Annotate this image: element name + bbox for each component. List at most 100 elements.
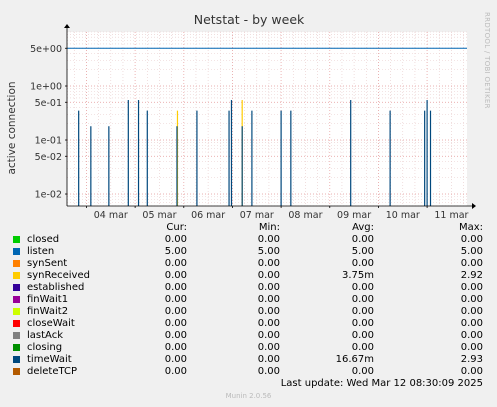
legend-series-name: timeWait bbox=[27, 354, 72, 365]
x-tick-label: 08 mar bbox=[288, 210, 322, 221]
legend-value-min: 5.00 bbox=[257, 246, 280, 257]
legend-value-min: 0.00 bbox=[257, 342, 280, 353]
legend-value-avg: 0.00 bbox=[351, 366, 374, 377]
legend-value-min: 0.00 bbox=[257, 270, 280, 281]
last-update: Last update: Wed Mar 12 08:30:09 2025 bbox=[280, 378, 483, 389]
legend-value-max: 0.00 bbox=[460, 366, 483, 377]
legend-value-cur: 0.00 bbox=[164, 258, 187, 269]
legend-series-name: listen bbox=[27, 246, 55, 257]
y-tick-label: 5e+00 bbox=[30, 44, 62, 55]
legend-series-name: closeWait bbox=[27, 318, 75, 329]
legend-value-cur: 0.00 bbox=[164, 342, 187, 353]
netstat-week-chart: Netstat - by week active connection RRDT… bbox=[6, 12, 491, 221]
x-tick-label: 11 mar bbox=[434, 210, 468, 221]
legend-swatch bbox=[13, 260, 20, 267]
legend-series-name: closed bbox=[27, 234, 60, 245]
legend-swatch bbox=[13, 320, 20, 327]
legend-value-avg: 0.00 bbox=[351, 306, 374, 317]
legend-row-closing: closing 0.00 0.00 0.00 0.00 bbox=[0, 342, 497, 354]
legend-row-deleteTCP: deleteTCP 0.00 0.00 0.00 0.00 bbox=[0, 366, 497, 378]
legend-value-min: 0.00 bbox=[257, 306, 280, 317]
legend-header-max: Max: bbox=[458, 222, 483, 233]
legend-value-min: 0.00 bbox=[257, 330, 280, 341]
legend-value-avg: 0.00 bbox=[351, 294, 374, 305]
legend-series-name: synSent bbox=[27, 258, 68, 269]
legend-value-max: 0.00 bbox=[460, 282, 483, 293]
legend-row-listen: listen 5.00 5.00 5.00 5.00 bbox=[0, 246, 497, 258]
x-tick-label: 04 mar bbox=[94, 210, 128, 221]
legend-swatch bbox=[13, 356, 20, 363]
legend-value-max: 0.00 bbox=[460, 318, 483, 329]
legend-value-avg: 0.00 bbox=[351, 318, 374, 329]
legend-swatch bbox=[13, 272, 20, 279]
x-axis-arrow bbox=[472, 203, 476, 209]
legend-row-finWait2: finWait2 0.00 0.00 0.00 0.00 bbox=[0, 306, 497, 318]
legend-value-avg: 5.00 bbox=[351, 246, 374, 257]
legend-value-avg: 16.67m bbox=[335, 354, 374, 365]
x-tick-label: 05 mar bbox=[142, 210, 176, 221]
legend-value-max: 2.93 bbox=[460, 354, 483, 365]
legend-value-min: 0.00 bbox=[257, 354, 280, 365]
legend-value-min: 0.00 bbox=[257, 366, 280, 377]
legend-value-cur: 0.00 bbox=[164, 282, 187, 293]
y-tick-label: 1e+00 bbox=[30, 82, 62, 93]
rrdtool-watermark: RRDTOOL / TOBI OETIKER bbox=[483, 12, 491, 109]
legend-value-avg: 3.75m bbox=[341, 270, 374, 281]
legend-series-name: deleteTCP bbox=[27, 366, 78, 377]
legend-row-closeWait: closeWait 0.00 0.00 0.00 0.00 bbox=[0, 318, 497, 330]
x-tick-label: 06 mar bbox=[191, 210, 225, 221]
legend-header-min: Min: bbox=[258, 222, 280, 233]
legend-value-max: 0.00 bbox=[460, 258, 483, 269]
y-axis-label: active connection bbox=[6, 81, 18, 174]
legend-series-name: closing bbox=[27, 342, 63, 353]
legend-header-cur: Cur: bbox=[166, 222, 187, 233]
legend-value-min: 0.00 bbox=[257, 294, 280, 305]
legend-value-max: 0.00 bbox=[460, 342, 483, 353]
legend-series-name: established bbox=[27, 282, 85, 293]
legend-value-avg: 0.00 bbox=[351, 258, 374, 269]
legend-row-established: established 0.00 0.00 0.00 0.00 bbox=[0, 282, 497, 294]
legend-swatch bbox=[13, 332, 20, 339]
legend-row-lastAck: lastAck 0.00 0.00 0.00 0.00 bbox=[0, 330, 497, 342]
chart-title: Netstat - by week bbox=[194, 12, 305, 27]
legend-value-cur: 0.00 bbox=[164, 330, 187, 341]
legend-row-synReceived: synReceived 0.00 0.00 3.75m 2.92 bbox=[0, 270, 497, 282]
legend-header-avg: Avg: bbox=[352, 222, 374, 233]
legend-value-cur: 0.00 bbox=[164, 366, 187, 377]
legend-row-timeWait: timeWait 0.00 0.00 16.67m 2.93 bbox=[0, 354, 497, 366]
legend-series-name: finWait1 bbox=[27, 294, 69, 305]
legend-value-max: 5.00 bbox=[460, 246, 483, 257]
legend-swatch bbox=[13, 284, 20, 291]
legend-swatch bbox=[13, 308, 20, 315]
legend-series-name: finWait2 bbox=[27, 306, 69, 317]
legend-value-max: 0.00 bbox=[460, 234, 483, 245]
legend-value-cur: 0.00 bbox=[164, 354, 187, 365]
y-tick-label: 5e-02 bbox=[35, 152, 62, 163]
legend-value-min: 0.00 bbox=[257, 282, 280, 293]
legend-swatch bbox=[13, 236, 20, 243]
x-tick-label: 10 mar bbox=[386, 210, 420, 221]
munin-version: Munin 2.0.56 bbox=[225, 392, 272, 400]
legend-swatch bbox=[13, 296, 20, 303]
legend-value-max: 0.00 bbox=[460, 330, 483, 341]
x-tick-label: 09 mar bbox=[337, 210, 371, 221]
x-tick-label: 07 mar bbox=[240, 210, 274, 221]
legend-value-cur: 0.00 bbox=[164, 234, 187, 245]
legend-value-max: 0.00 bbox=[460, 294, 483, 305]
legend-value-max: 0.00 bbox=[460, 306, 483, 317]
legend-value-cur: 5.00 bbox=[164, 246, 187, 257]
y-axis-arrow bbox=[64, 24, 70, 28]
legend-series-name: lastAck bbox=[27, 330, 63, 341]
legend-value-max: 2.92 bbox=[460, 270, 483, 281]
legend-value-min: 0.00 bbox=[257, 234, 280, 245]
legend-swatch bbox=[13, 368, 20, 375]
legend-value-cur: 0.00 bbox=[164, 294, 187, 305]
legend-swatch bbox=[13, 248, 20, 255]
legend-value-cur: 0.00 bbox=[164, 306, 187, 317]
legend-value-avg: 0.00 bbox=[351, 282, 374, 293]
legend-row-finWait1: finWait1 0.00 0.00 0.00 0.00 bbox=[0, 294, 497, 306]
y-tick-label: 1e-02 bbox=[35, 190, 62, 201]
legend-row-synSent: synSent 0.00 0.00 0.00 0.00 bbox=[0, 258, 497, 270]
legend-swatch bbox=[13, 344, 20, 351]
legend-value-avg: 0.00 bbox=[351, 330, 374, 341]
